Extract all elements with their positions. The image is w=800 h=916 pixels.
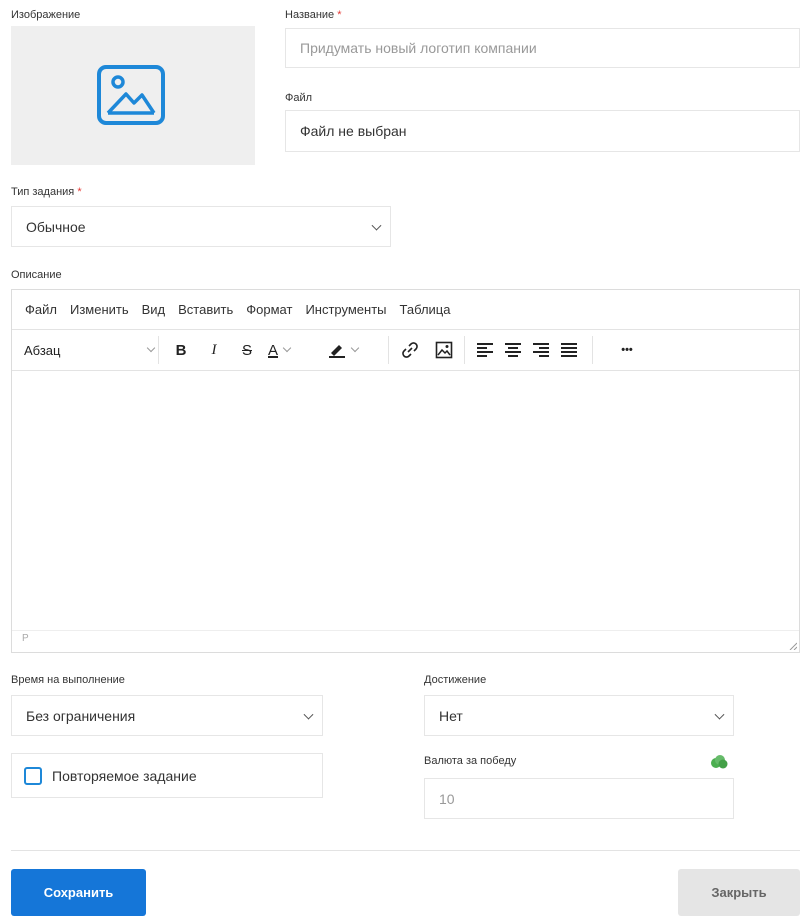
image-icon bbox=[435, 341, 453, 359]
time-limit-label: Время на выполнение bbox=[11, 674, 125, 686]
more-button[interactable]: ••• bbox=[612, 330, 642, 370]
strikethrough-button[interactable]: S bbox=[233, 330, 261, 370]
bold-button[interactable]: B bbox=[167, 330, 195, 370]
achievement-value: Нет bbox=[439, 707, 463, 724]
menu-edit[interactable]: Изменить bbox=[70, 302, 129, 317]
align-justify-icon bbox=[561, 343, 577, 357]
chevron-down-icon bbox=[303, 709, 314, 720]
link-icon bbox=[402, 342, 418, 358]
toolbar-divider bbox=[464, 336, 465, 364]
highlight-color-button[interactable] bbox=[328, 330, 384, 370]
align-left-button[interactable] bbox=[472, 330, 498, 370]
file-input[interactable]: Файл не выбран bbox=[285, 110, 800, 152]
chevron-down-icon bbox=[146, 343, 156, 353]
file-label: Файл bbox=[285, 92, 313, 104]
achievement-label: Достижение bbox=[424, 674, 487, 686]
time-limit-value: Без ограничения bbox=[26, 707, 136, 724]
repeat-task-label: Повторяемое задание bbox=[52, 767, 197, 784]
name-input[interactable]: Придумать новый логотип компании bbox=[285, 28, 800, 68]
align-right-button[interactable] bbox=[528, 330, 554, 370]
image-placeholder-icon bbox=[97, 65, 165, 125]
currency-input-placeholder: 10 bbox=[439, 790, 455, 807]
image-upload-area[interactable] bbox=[11, 26, 255, 165]
italic-button[interactable]: I bbox=[200, 330, 228, 370]
menu-view[interactable]: Вид bbox=[142, 302, 166, 317]
align-left-icon bbox=[477, 343, 493, 357]
text-color-button[interactable]: A bbox=[268, 330, 324, 370]
task-type-label: Тип задания * bbox=[11, 186, 82, 198]
menu-insert[interactable]: Вставить bbox=[178, 302, 233, 317]
task-type-value: Обычное bbox=[26, 218, 86, 235]
block-format-select[interactable]: Абзац bbox=[24, 330, 156, 370]
time-limit-select[interactable]: Без ограничения bbox=[11, 695, 323, 736]
align-justify-button[interactable] bbox=[556, 330, 582, 370]
link-button[interactable] bbox=[396, 330, 424, 370]
menu-tools[interactable]: Инструменты bbox=[305, 302, 386, 317]
name-label: Название * bbox=[285, 9, 342, 21]
task-type-select[interactable]: Обычное bbox=[11, 206, 391, 247]
cloud-coin-icon bbox=[711, 755, 728, 769]
chevron-down-icon bbox=[371, 220, 382, 231]
bold-icon: B bbox=[175, 341, 187, 359]
menu-table[interactable]: Таблица bbox=[400, 302, 451, 317]
footer-divider bbox=[11, 850, 800, 851]
image-label: Изображение bbox=[11, 9, 81, 21]
editor-toolbar: Абзац B I S A ••• bbox=[12, 330, 799, 371]
element-path: P bbox=[22, 633, 29, 644]
name-input-placeholder: Придумать новый логотип компании bbox=[300, 40, 537, 56]
toolbar-divider bbox=[158, 336, 159, 364]
repeat-task-checkbox[interactable] bbox=[24, 766, 42, 785]
achievement-select[interactable]: Нет bbox=[424, 695, 734, 736]
editor-menubar: Файл Изменить Вид Вставить Формат Инстру… bbox=[12, 290, 799, 330]
text-color-icon: A bbox=[268, 341, 279, 359]
toolbar-divider bbox=[388, 336, 389, 364]
menu-format[interactable]: Формат bbox=[246, 302, 292, 317]
repeat-task-option[interactable]: Повторяемое задание bbox=[11, 753, 323, 798]
insert-image-button[interactable] bbox=[430, 330, 458, 370]
rich-text-editor: Файл Изменить Вид Вставить Формат Инстру… bbox=[11, 289, 800, 653]
highlighter-icon bbox=[329, 345, 345, 358]
block-format-value: Абзац bbox=[24, 342, 61, 358]
more-icon: ••• bbox=[621, 344, 633, 356]
close-button[interactable]: Закрыть bbox=[678, 869, 800, 916]
italic-icon: I bbox=[211, 341, 217, 358]
description-label: Описание bbox=[11, 269, 62, 281]
chevron-down-icon bbox=[282, 343, 292, 353]
resize-handle-icon[interactable] bbox=[789, 642, 797, 650]
menu-file[interactable]: Файл bbox=[25, 302, 57, 317]
align-right-icon bbox=[533, 343, 549, 357]
align-center-button[interactable] bbox=[500, 330, 526, 370]
toolbar-divider bbox=[592, 336, 593, 364]
chevron-down-icon bbox=[350, 343, 360, 353]
strikethrough-icon: S bbox=[241, 341, 252, 359]
align-center-icon bbox=[505, 343, 521, 357]
currency-input[interactable]: 10 bbox=[424, 778, 734, 819]
save-button[interactable]: Сохранить bbox=[11, 869, 146, 916]
currency-label: Валюта за победу bbox=[424, 755, 517, 767]
chevron-down-icon bbox=[714, 709, 725, 720]
file-status: Файл не выбран bbox=[300, 123, 407, 139]
editor-statusbar-divider bbox=[12, 630, 799, 631]
